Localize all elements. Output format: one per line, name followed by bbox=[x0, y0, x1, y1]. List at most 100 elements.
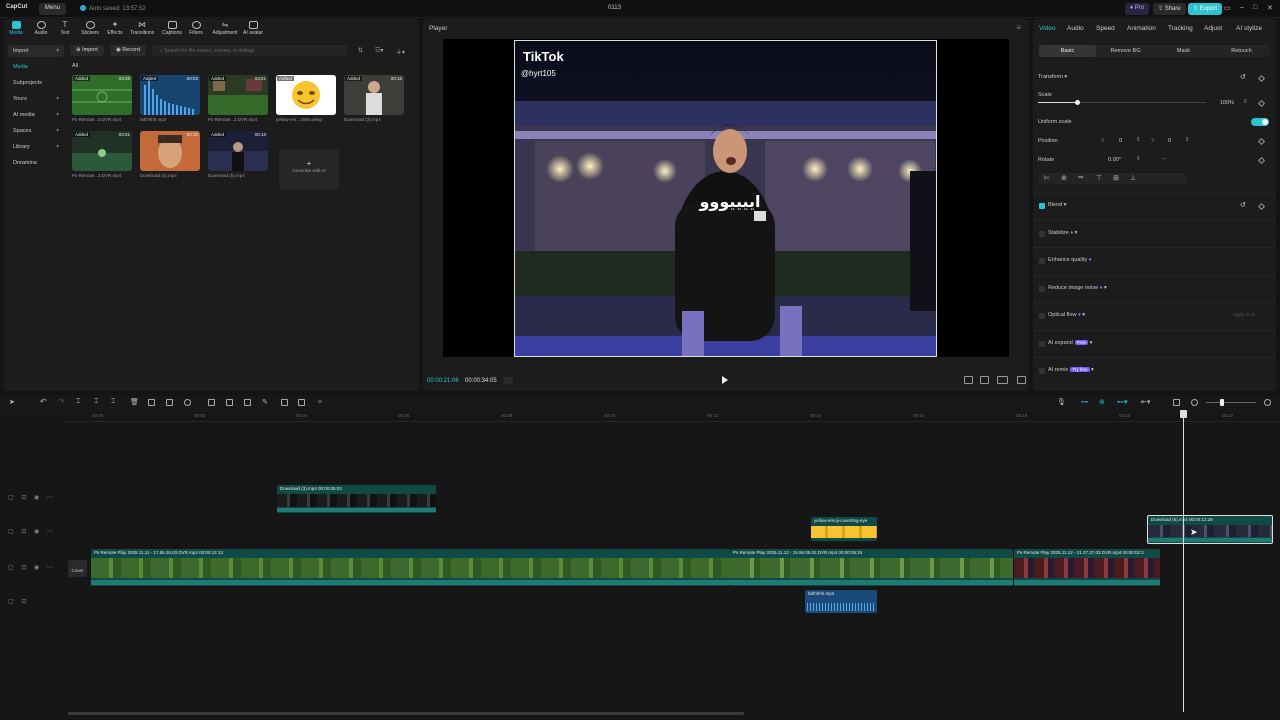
track-controls[interactable]: ▢ ⊡ ◉ ⋯ bbox=[8, 564, 56, 571]
scale-slider[interactable] bbox=[1038, 100, 1206, 105]
playhead[interactable] bbox=[1183, 412, 1184, 712]
cover-button[interactable]: Cover bbox=[68, 560, 87, 577]
scale-slider-handle[interactable] bbox=[1074, 100, 1080, 105]
align-bottom-icon[interactable]: ⊥ bbox=[1130, 174, 1136, 182]
tab-speed[interactable]: Speed bbox=[1096, 25, 1115, 32]
media-item[interactable]: Added 00:13 bbox=[208, 131, 268, 171]
redo-icon[interactable]: ↷ bbox=[58, 397, 65, 406]
tab-animation[interactable]: Animation bbox=[1127, 25, 1156, 32]
enhance-checkbox[interactable] bbox=[1039, 258, 1045, 264]
filter-all[interactable]: All bbox=[72, 63, 78, 69]
main-clip-2[interactable]: Ps Remote Play 2025.11.12 - 19.56.05.02.… bbox=[730, 549, 1013, 586]
media-item[interactable]: Added 00:15 bbox=[344, 75, 404, 115]
ai-remix-header[interactable]: AI remix Try free ▾ bbox=[1048, 367, 1094, 373]
tab-ai-stylize[interactable]: AI stylize bbox=[1236, 25, 1262, 32]
tab-audio[interactable]: Audio bbox=[1067, 25, 1084, 32]
nav-spaces[interactable]: Spaces ▾ bbox=[8, 125, 64, 137]
zoom-slider-handle[interactable] bbox=[1220, 399, 1224, 406]
magic-icon[interactable]: ✎ bbox=[262, 398, 269, 406]
keyframe-icon[interactable] bbox=[1257, 156, 1266, 165]
media-item[interactable]: Added 03:01 bbox=[72, 131, 132, 171]
split-icon[interactable]: ⌶ bbox=[76, 398, 83, 405]
tab-adjust[interactable]: Adjust bbox=[1204, 25, 1222, 32]
apply-to-all-button[interactable]: Apply to all bbox=[1233, 312, 1255, 317]
freeze-icon[interactable] bbox=[281, 399, 288, 406]
reverse-icon[interactable] bbox=[244, 399, 251, 406]
ai-expand-checkbox[interactable] bbox=[1039, 341, 1045, 347]
view-icon[interactable]: ☷▾ bbox=[375, 47, 383, 54]
tab-filters[interactable]: Filters bbox=[184, 21, 208, 36]
pos-y-input[interactable]: 0 bbox=[1168, 138, 1171, 144]
menu-button[interactable]: Menu bbox=[39, 3, 67, 15]
tab-captions[interactable]: Captions bbox=[160, 21, 184, 36]
ai-tools-icon[interactable]: ✧ bbox=[317, 398, 324, 406]
keyframe-icon[interactable] bbox=[1257, 202, 1266, 211]
stabilize-header[interactable]: Stabilize ♦ ▾ bbox=[1048, 230, 1077, 236]
keyframe-icon[interactable] bbox=[1257, 74, 1266, 83]
media-item[interactable]: Added 03:01 bbox=[208, 75, 268, 115]
mirror-icon[interactable] bbox=[208, 399, 215, 406]
split-left-icon[interactable]: ⌶ bbox=[94, 398, 101, 405]
keyframe-icon[interactable] bbox=[1257, 99, 1266, 108]
stabilize-checkbox[interactable] bbox=[1039, 231, 1045, 237]
media-item[interactable]: Added 00:03 bbox=[140, 75, 200, 115]
nav-ai-media[interactable]: AI media ▾ bbox=[8, 109, 64, 121]
share-button[interactable]: ⇪ Share bbox=[1153, 3, 1186, 15]
nav-library[interactable]: Library ▾ bbox=[8, 141, 64, 153]
split-right-icon[interactable]: ⌶ bbox=[111, 398, 118, 405]
scale-value[interactable]: 100% bbox=[1220, 100, 1234, 106]
microphone-icon[interactable]: 🎙 bbox=[1057, 398, 1066, 406]
sticker-clip-emoji[interactable]: yellow-emoji-coverting-eye bbox=[811, 517, 877, 541]
tab-video[interactable]: Video bbox=[1039, 25, 1056, 32]
stepper-icon[interactable]: ⇕ bbox=[1185, 137, 1190, 143]
tab-text[interactable]: T Text bbox=[53, 21, 77, 37]
marker-icon[interactable] bbox=[148, 399, 155, 406]
align-left-icon[interactable]: ⊨ bbox=[1044, 174, 1050, 182]
ratio-icon[interactable] bbox=[964, 376, 973, 384]
magnet-icon[interactable]: ⊚ bbox=[1099, 398, 1106, 406]
snap-icon[interactable]: ⊷▾ bbox=[1117, 398, 1128, 406]
import-button[interactable]: ⊕ Import bbox=[70, 45, 104, 56]
align-right-icon[interactable]: ⫤ bbox=[1078, 174, 1083, 182]
uniform-scale-toggle[interactable] bbox=[1251, 118, 1269, 126]
rotate-icon[interactable] bbox=[226, 399, 233, 406]
ai-remix-checkbox[interactable] bbox=[1039, 368, 1045, 374]
flip-icon[interactable]: – bbox=[1163, 156, 1166, 162]
maximize-icon[interactable]: □ bbox=[1253, 4, 1257, 11]
optical-flow-checkbox[interactable] bbox=[1039, 313, 1045, 319]
main-clip-1[interactable]: Ps Remote Play 2025.11.11 - 17.55.26.03.… bbox=[91, 549, 730, 586]
stepper-icon[interactable]: ⇕ bbox=[1136, 156, 1141, 162]
align-center-icon[interactable]: ⊕ bbox=[1061, 174, 1067, 182]
video-clip-download3[interactable]: Download (3).mp4 00:00:05:03 bbox=[277, 485, 436, 513]
align-top-icon[interactable]: ⊤ bbox=[1096, 174, 1102, 182]
project-title[interactable]: 0113 bbox=[608, 5, 621, 11]
tab-effects[interactable]: ✦ Effects bbox=[103, 21, 127, 37]
tab-ai-avatar[interactable]: AI avatar bbox=[241, 21, 265, 36]
select-tool-icon[interactable]: ➤ bbox=[9, 398, 16, 406]
rotate-input[interactable]: 0.00° bbox=[1108, 157, 1121, 163]
zoom-in-icon[interactable] bbox=[1264, 399, 1271, 406]
enhance-header[interactable]: Enhance quality ♦ bbox=[1048, 257, 1091, 263]
reset-icon[interactable]: ↺ bbox=[1240, 73, 1246, 81]
undo-icon[interactable]: ↶ bbox=[40, 397, 47, 406]
track-controls[interactable]: ▢ ⊡ ◉ ⋯ bbox=[8, 494, 56, 501]
reduce-noise-checkbox[interactable] bbox=[1039, 286, 1045, 292]
crop-icon[interactable] bbox=[166, 399, 173, 406]
zoom-icon[interactable] bbox=[980, 376, 989, 384]
generate-with-ai-button[interactable]: + Generate with AI bbox=[279, 149, 339, 189]
subtab-basic[interactable]: Basic bbox=[1039, 45, 1096, 57]
media-search-input[interactable]: ⌕ Search for file names, scenes, or dial… bbox=[152, 45, 347, 56]
pos-x-input[interactable]: 0 bbox=[1119, 138, 1122, 144]
video-clip-download5[interactable]: Download (5).mp4 00:00:12:29 bbox=[1147, 515, 1273, 544]
track-controls[interactable]: ▢ ⊡ bbox=[8, 598, 29, 605]
pro-button[interactable]: ♦ Pro bbox=[1125, 3, 1150, 15]
tab-stickers[interactable]: Stickers bbox=[78, 21, 102, 36]
nav-media[interactable]: Media bbox=[8, 61, 64, 73]
fullscreen-icon[interactable] bbox=[1017, 376, 1026, 384]
info-icon[interactable]: ◌ bbox=[1260, 366, 1263, 372]
nav-dreamina[interactable]: Dreamina bbox=[8, 157, 64, 169]
transform-header[interactable]: Transform ▾ bbox=[1038, 74, 1067, 80]
audio-clip-fahhhhh[interactable]: fahhhhh.mp3 bbox=[805, 590, 877, 613]
sort-icon[interactable]: ⇅ bbox=[358, 47, 363, 54]
tab-tracking[interactable]: Tracking bbox=[1168, 25, 1193, 32]
